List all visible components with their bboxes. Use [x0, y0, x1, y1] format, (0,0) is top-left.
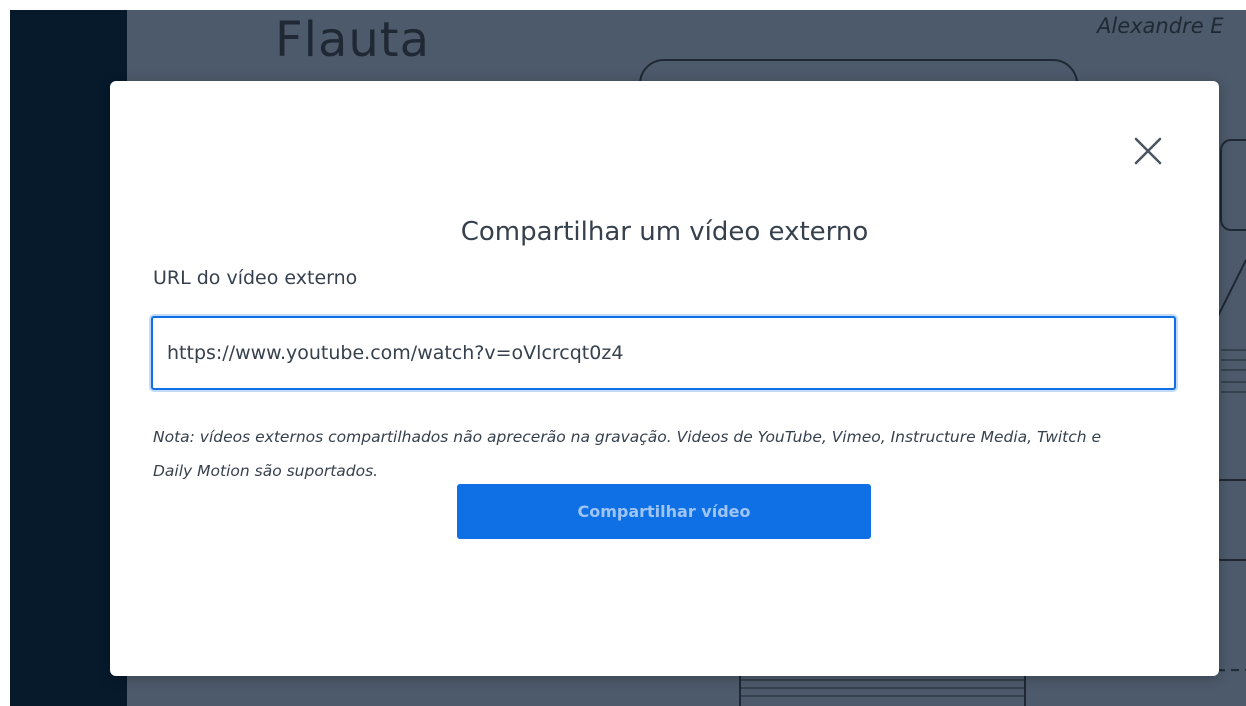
external-video-url-input[interactable]: [151, 316, 1176, 390]
slide-side-box-top: [1220, 139, 1246, 231]
share-video-modal: Compartilhar um vídeo externo URL do víd…: [110, 81, 1219, 676]
presentation-stage: Flauta Alexandre E Compartilhar um vídeo…: [10, 10, 1246, 706]
close-icon: [1134, 137, 1162, 165]
support-note: Nota: vídeos externos compartilhados não…: [153, 428, 1102, 480]
modal-title: Compartilhar um vídeo externo: [460, 217, 869, 247]
share-video-button[interactable]: Compartilhar vídeo: [457, 484, 871, 539]
url-field-label: URL do vídeo externo: [153, 267, 358, 289]
close-button[interactable]: [1130, 133, 1166, 169]
